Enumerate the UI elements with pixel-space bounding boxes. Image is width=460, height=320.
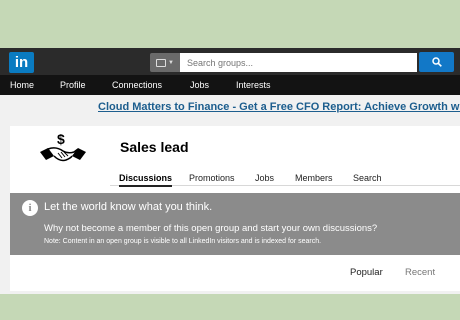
group-card: $ Sales lead Discussions Promotions Jobs… — [10, 126, 460, 291]
search-type-dropdown[interactable]: ▼ — [150, 53, 180, 72]
nav-interests[interactable]: Interests — [236, 80, 271, 90]
sort-recent[interactable]: Recent — [405, 267, 435, 278]
sort-popular[interactable]: Popular — [350, 267, 383, 278]
group-tabs: Discussions Promotions Jobs Members Sear… — [110, 172, 460, 187]
top-bar: in ▼ — [0, 48, 460, 75]
nav-home[interactable]: Home — [10, 80, 34, 90]
search-button[interactable] — [419, 52, 454, 72]
nav-connections[interactable]: Connections — [112, 80, 162, 90]
ad-link[interactable]: Cloud Matters to Finance - Get a Free CF… — [98, 101, 460, 113]
svg-text:$: $ — [57, 131, 65, 147]
browser-frame: in ▼ Home Profile Connections Jobs Inter… — [0, 48, 460, 294]
tab-members[interactable]: Members — [295, 173, 333, 183]
banner-heading: Let the world know what you think. — [44, 201, 213, 213]
nav-profile[interactable]: Profile — [60, 80, 86, 90]
tab-promotions[interactable]: Promotions — [189, 173, 235, 183]
main-nav: Home Profile Connections Jobs Interests — [0, 75, 460, 95]
chevron-down-icon: ▼ — [168, 59, 174, 66]
group-title: Sales lead — [120, 139, 189, 155]
join-banner: i Let the world know what you think. Why… — [10, 193, 460, 255]
handshake-dollar-icon: $ — [40, 131, 86, 162]
linkedin-logo[interactable]: in — [9, 52, 34, 73]
tab-search[interactable]: Search — [353, 173, 382, 183]
search-icon — [431, 57, 442, 67]
tab-jobs[interactable]: Jobs — [255, 173, 274, 183]
banner-note: Note: Content in an open group is visibl… — [44, 238, 322, 245]
banner-question: Why not become a member of this open gro… — [44, 223, 378, 234]
search-input[interactable] — [180, 53, 417, 72]
groups-icon — [156, 58, 167, 67]
info-icon: i — [22, 200, 38, 216]
nav-jobs[interactable]: Jobs — [190, 80, 209, 90]
tab-discussions[interactable]: Discussions — [119, 173, 173, 187]
